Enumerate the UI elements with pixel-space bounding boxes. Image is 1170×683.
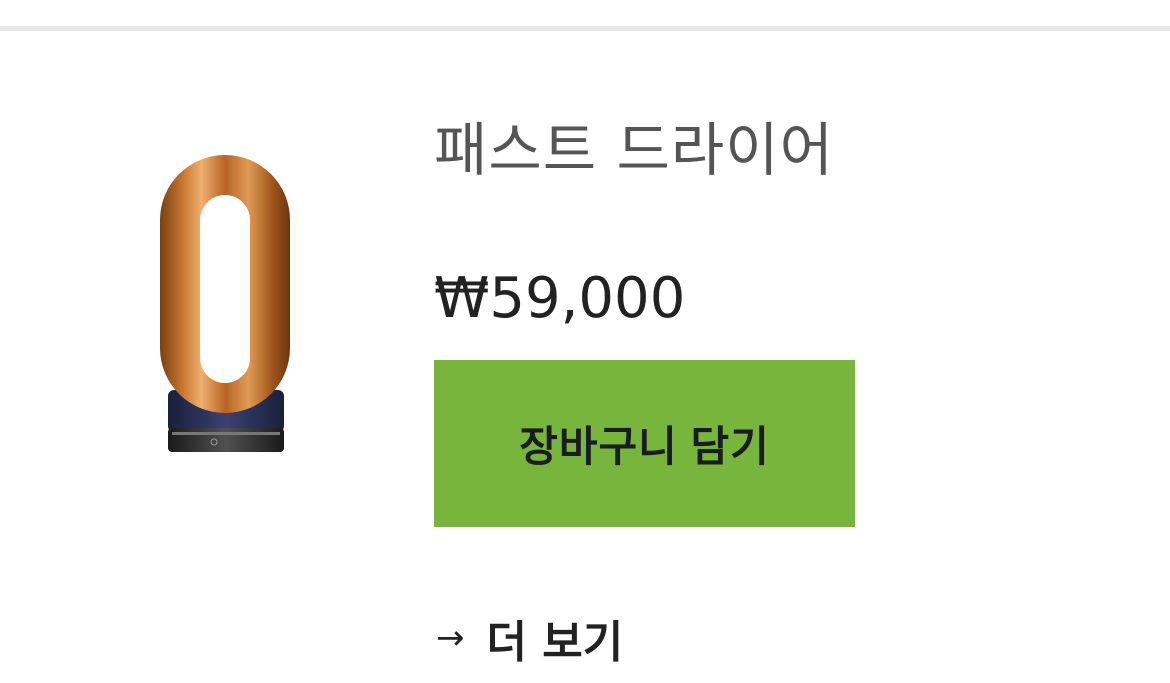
product-price: ₩59,000 (434, 266, 686, 331)
add-to-cart-button[interactable]: 장바구니 담기 (434, 360, 855, 527)
hair-dryer-attachment-icon (160, 155, 290, 452)
product-image[interactable] (150, 150, 300, 460)
more-label: 더 보기 (486, 617, 624, 668)
more-link[interactable]: → 더 보기 (436, 606, 623, 670)
product-card: 패스트 드라이어 ₩59,000 장바구니 담기 → 더 보기 (0, 0, 1170, 683)
add-to-cart-label: 장바구니 담기 (519, 423, 770, 470)
product-title: 패스트 드라이어 (434, 116, 834, 184)
top-divider (0, 26, 1170, 31)
arrow-right-icon: → (436, 618, 465, 658)
